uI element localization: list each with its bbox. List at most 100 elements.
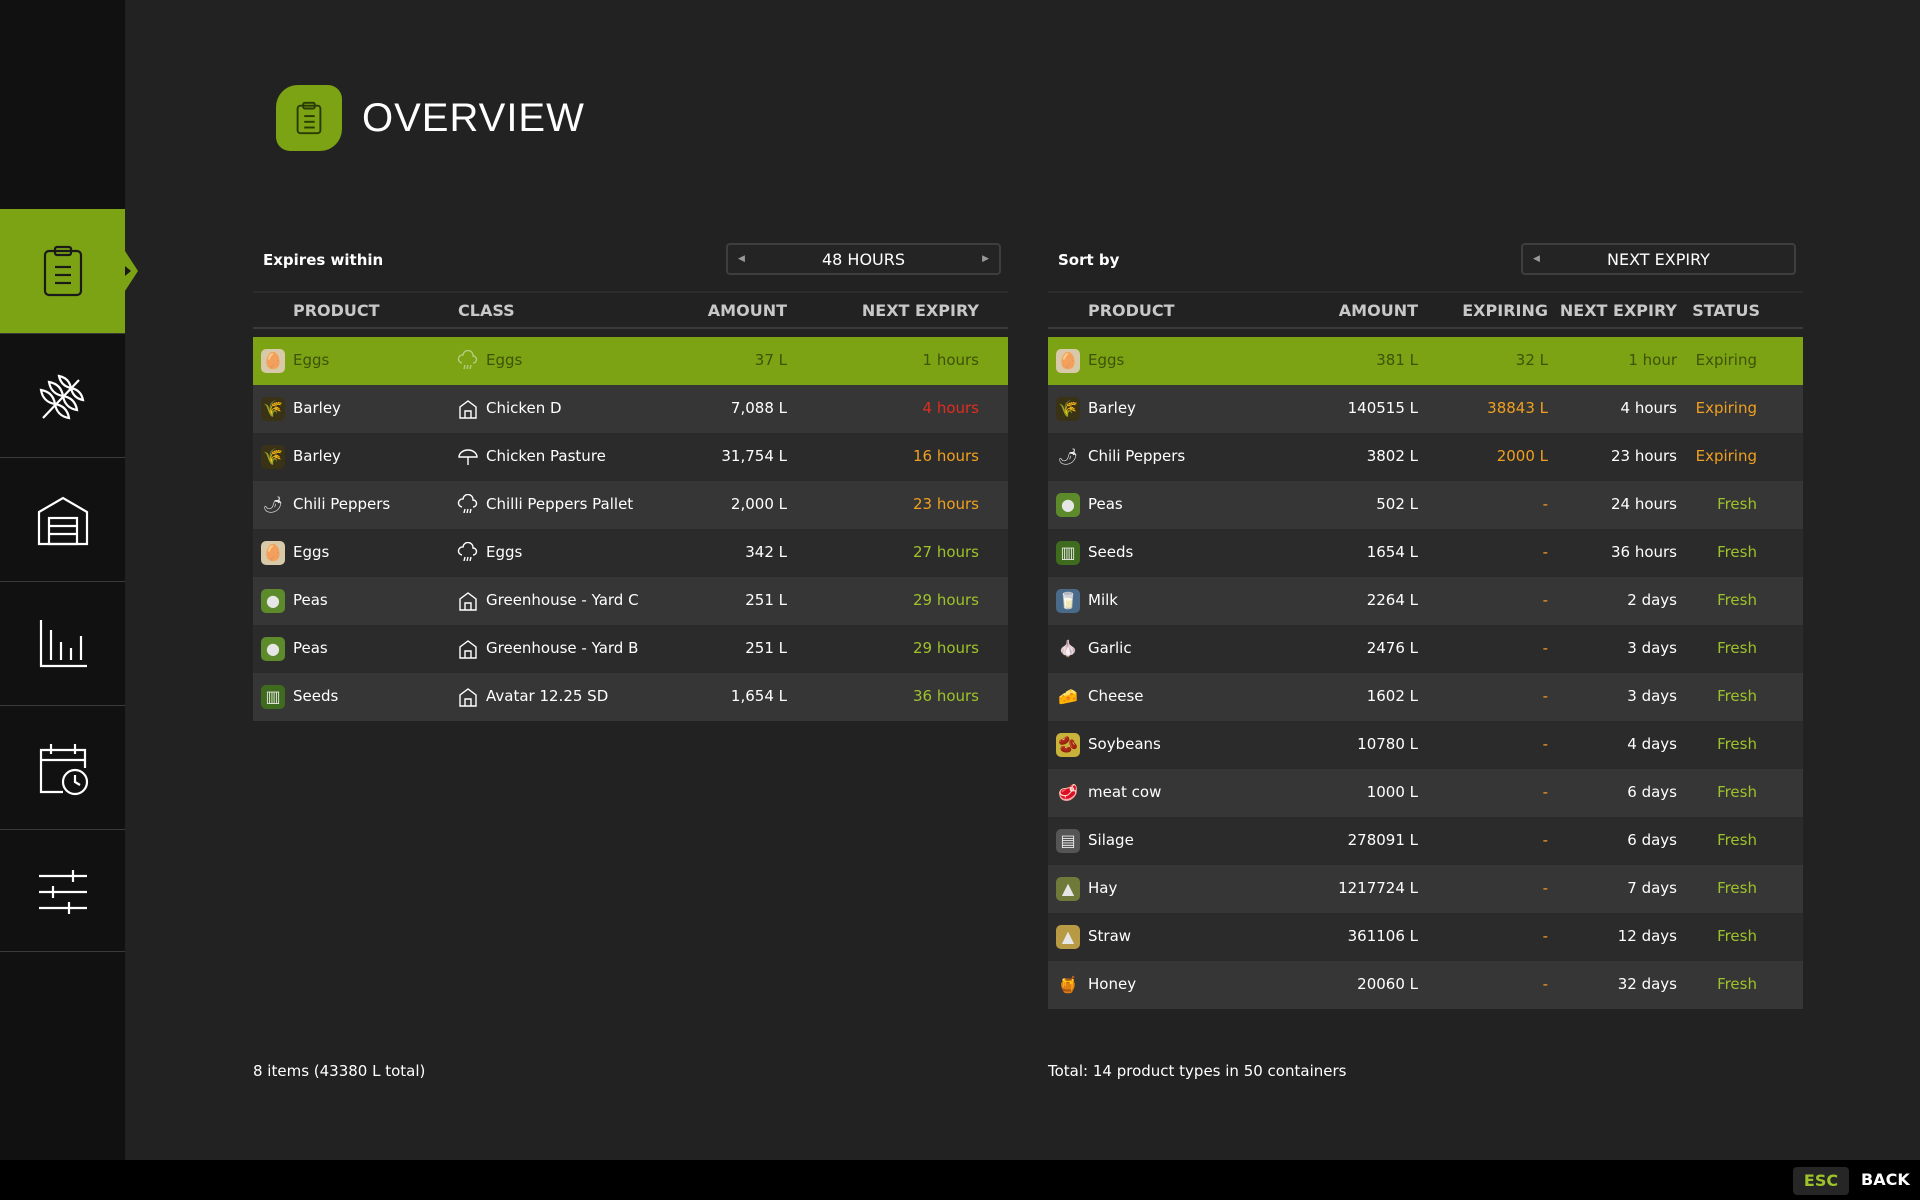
- back-button[interactable]: BACK: [1861, 1170, 1910, 1189]
- next-expiry-value: 2 days: [1627, 591, 1677, 609]
- expiring-value: -: [1542, 591, 1548, 609]
- amount-value: 1,654 L: [730, 687, 787, 705]
- table-row[interactable]: ▲ Straw 361106 L - 12 days Fresh: [1048, 913, 1803, 961]
- cheese-icon: 🧀: [1058, 687, 1078, 706]
- table-row[interactable]: ● Peas 502 L - 24 hours Fresh: [1048, 481, 1803, 529]
- expiring-value: 32 L: [1515, 351, 1548, 369]
- amount-value: 2476 L: [1366, 639, 1418, 657]
- amount-value: 1602 L: [1366, 687, 1418, 705]
- expiring-value: -: [1542, 879, 1548, 897]
- arrow-right-icon[interactable]: ▶: [982, 254, 989, 264]
- col-next-expiry[interactable]: NEXT EXPIRY: [1560, 301, 1677, 320]
- egg-icon: 🥚: [261, 349, 285, 373]
- table-row[interactable]: 🥛 Milk 2264 L - 2 days Fresh: [1048, 577, 1803, 625]
- status-badge: Fresh: [1717, 975, 1757, 993]
- table-row[interactable]: 🌾 Barley 140515 L 38843 L 4 hours Expiring: [1048, 385, 1803, 433]
- table-row[interactable]: 🧄 Garlic 2476 L - 3 days Fresh: [1048, 625, 1803, 673]
- expires-within-selector[interactable]: ◀ 48 HOURS ▶: [726, 243, 1001, 275]
- table-row[interactable]: ● Peas Greenhouse - Yard B 251 L 29 hours: [253, 625, 1008, 673]
- col-status[interactable]: STATUS: [1692, 301, 1760, 320]
- next-expiry-value: 4 days: [1627, 735, 1677, 753]
- product-name: Garlic: [1088, 639, 1132, 657]
- page-header: OVERVIEW: [276, 85, 585, 151]
- sidebar-item-overview[interactable]: [0, 209, 138, 333]
- amount-value: 278091 L: [1347, 831, 1418, 849]
- table-row[interactable]: 🍯 Honey 20060 L - 32 days Fresh: [1048, 961, 1803, 1009]
- class-name: Avatar 12.25 SD: [486, 687, 609, 705]
- next-expiry-value: 4 hours: [1620, 399, 1677, 417]
- hay-icon: ▲: [1056, 877, 1080, 901]
- meat-icon: 🥩: [1058, 783, 1078, 802]
- barley-icon: 🌾: [261, 445, 285, 469]
- esc-key[interactable]: ESC: [1793, 1167, 1849, 1195]
- table-row[interactable]: 🌾 Barley Chicken D 7,088 L 4 hours: [253, 385, 1008, 433]
- header-clipboard-icon: [276, 85, 342, 151]
- sliders-icon: [38, 869, 87, 914]
- status-badge: Fresh: [1717, 495, 1757, 513]
- table-row[interactable]: 🫘 Soybeans 10780 L - 4 days Fresh: [1048, 721, 1803, 769]
- table-row[interactable]: 🥩 meat cow 1000 L - 6 days Fresh: [1048, 769, 1803, 817]
- amount-value: 2,000 L: [730, 495, 787, 513]
- next-expiry-value: 27 hours: [912, 543, 979, 561]
- rain-icon: [457, 493, 479, 516]
- umbrella-icon: [457, 446, 479, 468]
- table-row[interactable]: ▲ Hay 1217724 L - 7 days Fresh: [1048, 865, 1803, 913]
- table-row[interactable]: 🥚 Eggs 381 L 32 L 1 hour Expiring: [1048, 337, 1803, 385]
- product-name: Seeds: [1088, 543, 1134, 561]
- soybeans-icon: 🫘: [1056, 733, 1080, 757]
- sidebar-item-settings[interactable]: [0, 829, 125, 953]
- status-badge: Fresh: [1717, 879, 1757, 897]
- egg-icon: 🥚: [261, 541, 285, 565]
- col-product[interactable]: PRODUCT: [1088, 301, 1175, 320]
- product-name: Barley: [1088, 399, 1136, 417]
- page-title: OVERVIEW: [362, 95, 585, 140]
- col-amount[interactable]: AMOUNT: [708, 301, 787, 320]
- sidebar: [0, 0, 138, 1160]
- arrow-left-icon[interactable]: ◀: [738, 254, 745, 264]
- status-badge: Fresh: [1717, 591, 1757, 609]
- amount-value: 1000 L: [1366, 783, 1418, 801]
- table-row[interactable]: 🥚 Eggs Eggs 37 L 1 hours: [253, 337, 1008, 385]
- sort-by-selector[interactable]: ◀ NEXT EXPIRY ▶: [1521, 243, 1796, 275]
- products-table: 🥚 Eggs 381 L 32 L 1 hour Expiring 🌾 Barley 14051…: [1048, 337, 1803, 1009]
- sidebar-item-storage[interactable]: [0, 457, 125, 581]
- next-expiry-value: 29 hours: [912, 639, 979, 657]
- table-row[interactable]: 🌶 Chili Peppers 3802 L 2000 L 23 hours Expiri…: [1048, 433, 1803, 481]
- sidebar-item-statistics[interactable]: [0, 581, 125, 705]
- expiring-value: -: [1542, 975, 1548, 993]
- amount-value: 37 L: [754, 351, 787, 369]
- table-row[interactable]: ▤ Silage 278091 L - 6 days Fresh: [1048, 817, 1803, 865]
- class-name: Chicken D: [486, 399, 562, 417]
- table-row[interactable]: ● Peas Greenhouse - Yard C 251 L 29 hours: [253, 577, 1008, 625]
- peas-icon: ●: [261, 589, 285, 613]
- table-row[interactable]: 🧀 Cheese 1602 L - 3 days Fresh: [1048, 673, 1803, 721]
- amount-value: 502 L: [1376, 495, 1418, 513]
- product-name: Chili Peppers: [1088, 447, 1186, 465]
- barn-icon: [37, 496, 88, 545]
- sidebar-item-calendar[interactable]: [0, 705, 125, 829]
- col-expiring[interactable]: EXPIRING: [1462, 301, 1548, 320]
- table-row[interactable]: 🌾 Barley Chicken Pasture 31,754 L 16 hours: [253, 433, 1008, 481]
- status-badge: Fresh: [1717, 783, 1757, 801]
- house-icon: [457, 398, 479, 420]
- table-row[interactable]: ▥ Seeds 1654 L - 36 hours Fresh: [1048, 529, 1803, 577]
- col-class[interactable]: CLASS: [458, 301, 515, 320]
- amount-value: 251 L: [745, 591, 787, 609]
- expiring-value: -: [1542, 831, 1548, 849]
- chili-icon: 🌶: [262, 495, 284, 514]
- class-name: Eggs: [486, 351, 523, 369]
- right-summary: Total: 14 product types in 50 containers: [1048, 1062, 1347, 1080]
- col-next-expiry[interactable]: NEXT EXPIRY: [862, 301, 979, 320]
- table-row[interactable]: 🌶 Chili Peppers Chilli Peppers Pallet 2,000…: [253, 481, 1008, 529]
- selector-value: 48 HOURS: [821, 249, 906, 269]
- table-row[interactable]: 🥚 Eggs Eggs 342 L 27 hours: [253, 529, 1008, 577]
- next-expiry-value: 24 hours: [1610, 495, 1677, 513]
- rain-icon: [457, 349, 479, 372]
- col-amount[interactable]: AMOUNT: [1339, 301, 1418, 320]
- sidebar-item-crops[interactable]: [0, 333, 125, 457]
- class-name: Chicken Pasture: [486, 447, 606, 465]
- arrow-left-icon[interactable]: ◀: [1533, 254, 1540, 264]
- table-row[interactable]: ▥ Seeds Avatar 12.25 SD 1,654 L 36 hours: [253, 673, 1008, 721]
- col-product[interactable]: PRODUCT: [293, 301, 380, 320]
- product-name: Barley: [293, 447, 341, 465]
